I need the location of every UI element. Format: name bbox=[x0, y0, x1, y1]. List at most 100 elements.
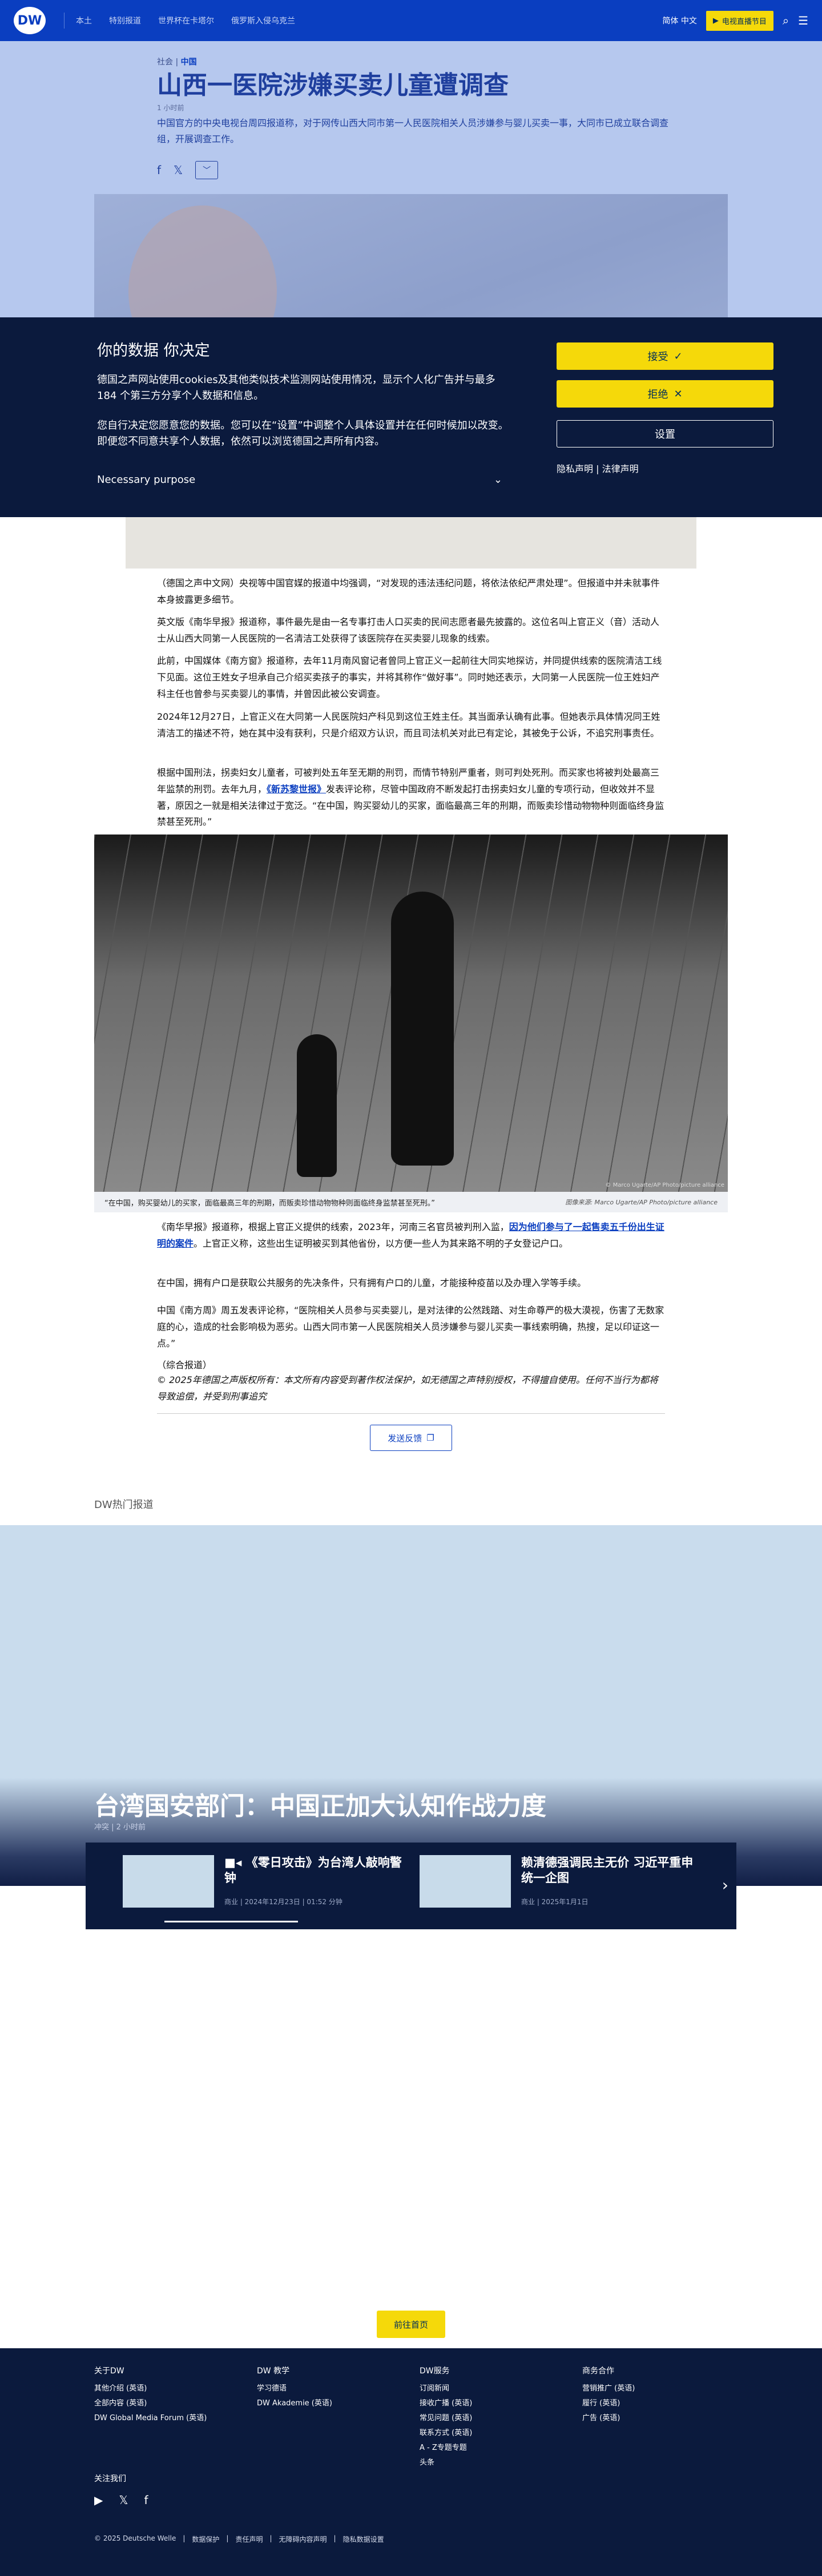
footer-link[interactable]: 履行 (英语) bbox=[582, 2396, 635, 2411]
footer-col-title: DW 教学 bbox=[257, 2367, 290, 2376]
necessary-purpose-toggle[interactable]: Necessary purpose ⌄ bbox=[97, 474, 502, 486]
main-nav: 本土 特别报道 世界杯在卡塔尔 俄罗斯入侵乌克兰 bbox=[76, 15, 295, 26]
footer-col-title: 关于DW bbox=[94, 2367, 124, 2376]
privacy-link[interactable]: 隐私声明 bbox=[557, 463, 593, 474]
footer-link[interactable]: 常见问题 (英语) bbox=[420, 2411, 472, 2426]
cookie-banner: 你的数据 你决定 德国之声网站使用cookies及其他类似技术监测网站使用情况，… bbox=[0, 317, 822, 517]
search-icon[interactable]: ⌕ bbox=[783, 14, 789, 27]
photo-credit: 图像来源: Marco Ugarte/AP Photo/picture alli… bbox=[565, 1199, 718, 1206]
recommended-hero-title[interactable]: 台湾国安部门：中国正加大认知作战力度 bbox=[94, 1785, 546, 1822]
body-paragraph: 《南华早报》报道称，根据上官正义提供的线索，2023年，河南三名官员被判刑入监，… bbox=[157, 1219, 665, 1252]
body-text: 。上官正义称，这些出生证明被买到其他省份，以方便一些人为其来路不明的子女登记户口… bbox=[194, 1237, 569, 1249]
footer-link[interactable]: 头条 bbox=[420, 2456, 472, 2470]
cookie-title: 你的数据 你决定 bbox=[97, 342, 210, 360]
footer-link[interactable]: 隐私数据设置 bbox=[343, 2534, 384, 2544]
footer-link[interactable]: 数据保护 bbox=[192, 2534, 219, 2544]
body-paragraph: 中国《南方周》周五发表评论称，“医院相关人员参与买卖婴儿，是对法律的公然践踏、对… bbox=[157, 1305, 664, 1349]
footer-link[interactable]: 广告 (英语) bbox=[582, 2411, 635, 2426]
footer-col-education: DW 教学 学习德语 DW Akademie (英语) bbox=[257, 2363, 332, 2411]
site-footer: 关于DW 其他介绍 (英语) 全部内容 (英语) DW Global Media… bbox=[0, 2348, 822, 2576]
facebook-icon[interactable]: f bbox=[157, 163, 161, 177]
footer-link[interactable]: 订阅新闻 bbox=[420, 2381, 472, 2396]
cookie-text-1: 德国之声网站使用cookies及其他类似技术监测网站使用情况，显示个人化广告并与… bbox=[97, 374, 495, 402]
carousel-progress bbox=[164, 1921, 298, 1922]
divider bbox=[157, 1413, 665, 1414]
x-icon[interactable]: 𝕏 bbox=[174, 163, 183, 177]
breadcrumb: 社会 | 中国 bbox=[157, 58, 197, 67]
nzz-link[interactable]: 《新苏黎世报》 bbox=[267, 784, 326, 795]
footer-col-title: 商务合作 bbox=[582, 2367, 614, 2376]
header-tools: 简体 中文 ▶ 电视直播节目 ⌕ ☰ bbox=[662, 10, 808, 31]
footer-link[interactable]: 责任声明 bbox=[235, 2534, 263, 2544]
chevron-right-icon[interactable]: › bbox=[722, 1876, 728, 1894]
language-selector[interactable]: 简体 中文 bbox=[662, 15, 696, 26]
dw-logo[interactable]: DW bbox=[14, 7, 46, 34]
body-paragraph: （德国之声中文网）央视等中国官媒的报道中均强调，“对发现的违法违纪问题，将依法依… bbox=[157, 578, 660, 605]
body-paragraph: 2024年12月27日，上官正义在大同第一人民医院妇产科见到这位王姓主任。其当面… bbox=[157, 711, 660, 739]
cookie-text-2: 您自行决定您愿意您的数据。您可以在“设置”中调整个人具体设置并在任何时候加以改变… bbox=[97, 420, 509, 448]
footer-link[interactable]: DW Global Media Forum (英语) bbox=[94, 2411, 207, 2426]
footer-link[interactable]: 学习德语 bbox=[257, 2381, 332, 2396]
check-icon: ✓ bbox=[674, 350, 683, 362]
footer-link[interactable]: 无障碍内容声明 bbox=[279, 2534, 327, 2544]
nav-item-home[interactable]: 本土 bbox=[76, 15, 92, 26]
menu-icon[interactable]: ☰ bbox=[798, 14, 808, 27]
footer-link[interactable]: 联系方式 (英语) bbox=[420, 2426, 472, 2441]
recommended-hero[interactable] bbox=[0, 1525, 822, 1886]
footer-link[interactable]: 营销推广 (英语) bbox=[582, 2381, 635, 2396]
feedback-label: 发送反馈 bbox=[388, 1433, 422, 1444]
recommended-card[interactable]: 赖清德强调民主无价 习近平重申统一企图 商业 | 2025年1月1日 bbox=[420, 1855, 705, 1908]
card-thumbnail bbox=[420, 1855, 511, 1908]
facebook-icon[interactable]: f bbox=[144, 2493, 148, 2507]
recommended-hero-meta: 冲突 | 2 小时前 bbox=[94, 1823, 146, 1832]
body-paragraph: 此前，中国媒体《南方窗》报道称，去年11月南风窗记者曾同上官正义一起前往大同实地… bbox=[157, 655, 662, 699]
article-photo: © Marco Ugarte/AP Photo/picture alliance bbox=[94, 835, 728, 1192]
card-title: ■◂ 《零日攻击》为台湾人敲响警钟 bbox=[224, 1855, 408, 1886]
footer-bottom: © 2025 Deutsche Welle | 数据保护 | 责任声明 | 无障碍内容… bbox=[94, 2534, 384, 2544]
settings-button[interactable]: 设置 bbox=[557, 420, 773, 448]
photo-caption: “在中国，购买婴幼儿的买家，面临最高三年的刑期，而贩卖珍惜动物物种则面临终身监禁… bbox=[94, 1192, 728, 1212]
nav-item-worldcup[interactable]: 世界杯在卡塔尔 bbox=[158, 15, 214, 26]
cookie-links: 隐私声明 | 法律声明 bbox=[557, 463, 639, 474]
nav-item-ukraine[interactable]: 俄罗斯入侵乌克兰 bbox=[231, 15, 295, 26]
publish-time: 1 小时前 bbox=[157, 104, 184, 112]
recommended-heading: DW热门报道 bbox=[94, 1499, 154, 1511]
crumb-section[interactable]: 社会 bbox=[157, 58, 173, 67]
footer-col-about: 关于DW 其他介绍 (英语) 全部内容 (英语) DW Global Media… bbox=[94, 2363, 207, 2426]
x-icon[interactable]: 𝕏 bbox=[119, 2493, 128, 2507]
body-text: 《南华早报》报道称，根据上官正义提供的线索，2023年，河南三名官员被判刑入监， bbox=[157, 1222, 509, 1232]
live-tv-label: 电视直播节目 bbox=[722, 17, 767, 26]
accept-label: 接受 bbox=[647, 351, 668, 363]
footer-link[interactable]: A - Z专题专题 bbox=[420, 2441, 472, 2456]
footer-col-title: DW服务 bbox=[420, 2367, 450, 2376]
footer-col-services: DW服务 订阅新闻 接收广播 (英语) 常见问题 (英语) 联系方式 (英语) … bbox=[420, 2363, 472, 2470]
crumb-region[interactable]: 中国 bbox=[181, 58, 197, 67]
card-title-text: 《零日攻击》为台湾人敲响警钟 bbox=[224, 1856, 402, 1885]
card-meta: 商业 | 2025年1月1日 bbox=[521, 1897, 589, 1906]
card-title: 赖清德强调民主无价 习近平重申统一企图 bbox=[521, 1856, 694, 1885]
send-feedback-button[interactable]: 发送反馈 ❐ bbox=[370, 1425, 452, 1451]
social-links: ▶ 𝕏 f bbox=[94, 2493, 148, 2507]
footer-link[interactable]: 接收广播 (英语) bbox=[420, 2396, 472, 2411]
footer-link[interactable]: 全部内容 (英语) bbox=[94, 2396, 207, 2411]
nav-item-special[interactable]: 特别报道 bbox=[109, 15, 141, 26]
card-meta: 商业 | 2024年12月23日 | 01:52 分钟 bbox=[224, 1897, 342, 1906]
site-header: DW 本土 特别报道 世界杯在卡塔尔 俄罗斯入侵乌克兰 简体 中文 ▶ 电视直播节… bbox=[0, 0, 822, 41]
share-more-button[interactable]: ﹀ bbox=[195, 161, 219, 179]
photo-child-silhouette bbox=[297, 1034, 337, 1177]
body-paragraph: 英文版《南华早报》报道称，事件最先是由一名专事打击人口买卖的民间志愿者最先披露的… bbox=[157, 616, 660, 644]
recommended-card[interactable]: ■◂ 《零日攻击》为台湾人敲响警钟 商业 | 2024年12月23日 | 01:… bbox=[123, 1855, 408, 1908]
back-to-home-button[interactable]: 前往首页 bbox=[377, 2311, 445, 2338]
footer-link[interactable]: DW Akademie (英语) bbox=[257, 2396, 332, 2411]
photo-adult-silhouette bbox=[391, 892, 454, 1166]
live-tv-button[interactable]: ▶ 电视直播节目 bbox=[706, 10, 773, 31]
reject-button[interactable]: 拒绝 ✕ bbox=[557, 380, 773, 408]
recommended-carousel: ■◂ 《零日攻击》为台湾人敲响警钟 商业 | 2024年12月23日 | 01:… bbox=[86, 1843, 736, 1929]
copyright-text: © 2025 Deutsche Welle bbox=[94, 2534, 176, 2542]
footer-link[interactable]: 其他介绍 (英语) bbox=[94, 2381, 207, 2396]
share-bar: f 𝕏 ﹀ bbox=[157, 161, 219, 179]
youtube-icon[interactable]: ▶ bbox=[94, 2493, 103, 2507]
legal-link[interactable]: 法律声明 bbox=[602, 463, 639, 474]
necessary-purpose-label: Necessary purpose bbox=[97, 474, 196, 486]
accept-button[interactable]: 接受 ✓ bbox=[557, 342, 773, 370]
